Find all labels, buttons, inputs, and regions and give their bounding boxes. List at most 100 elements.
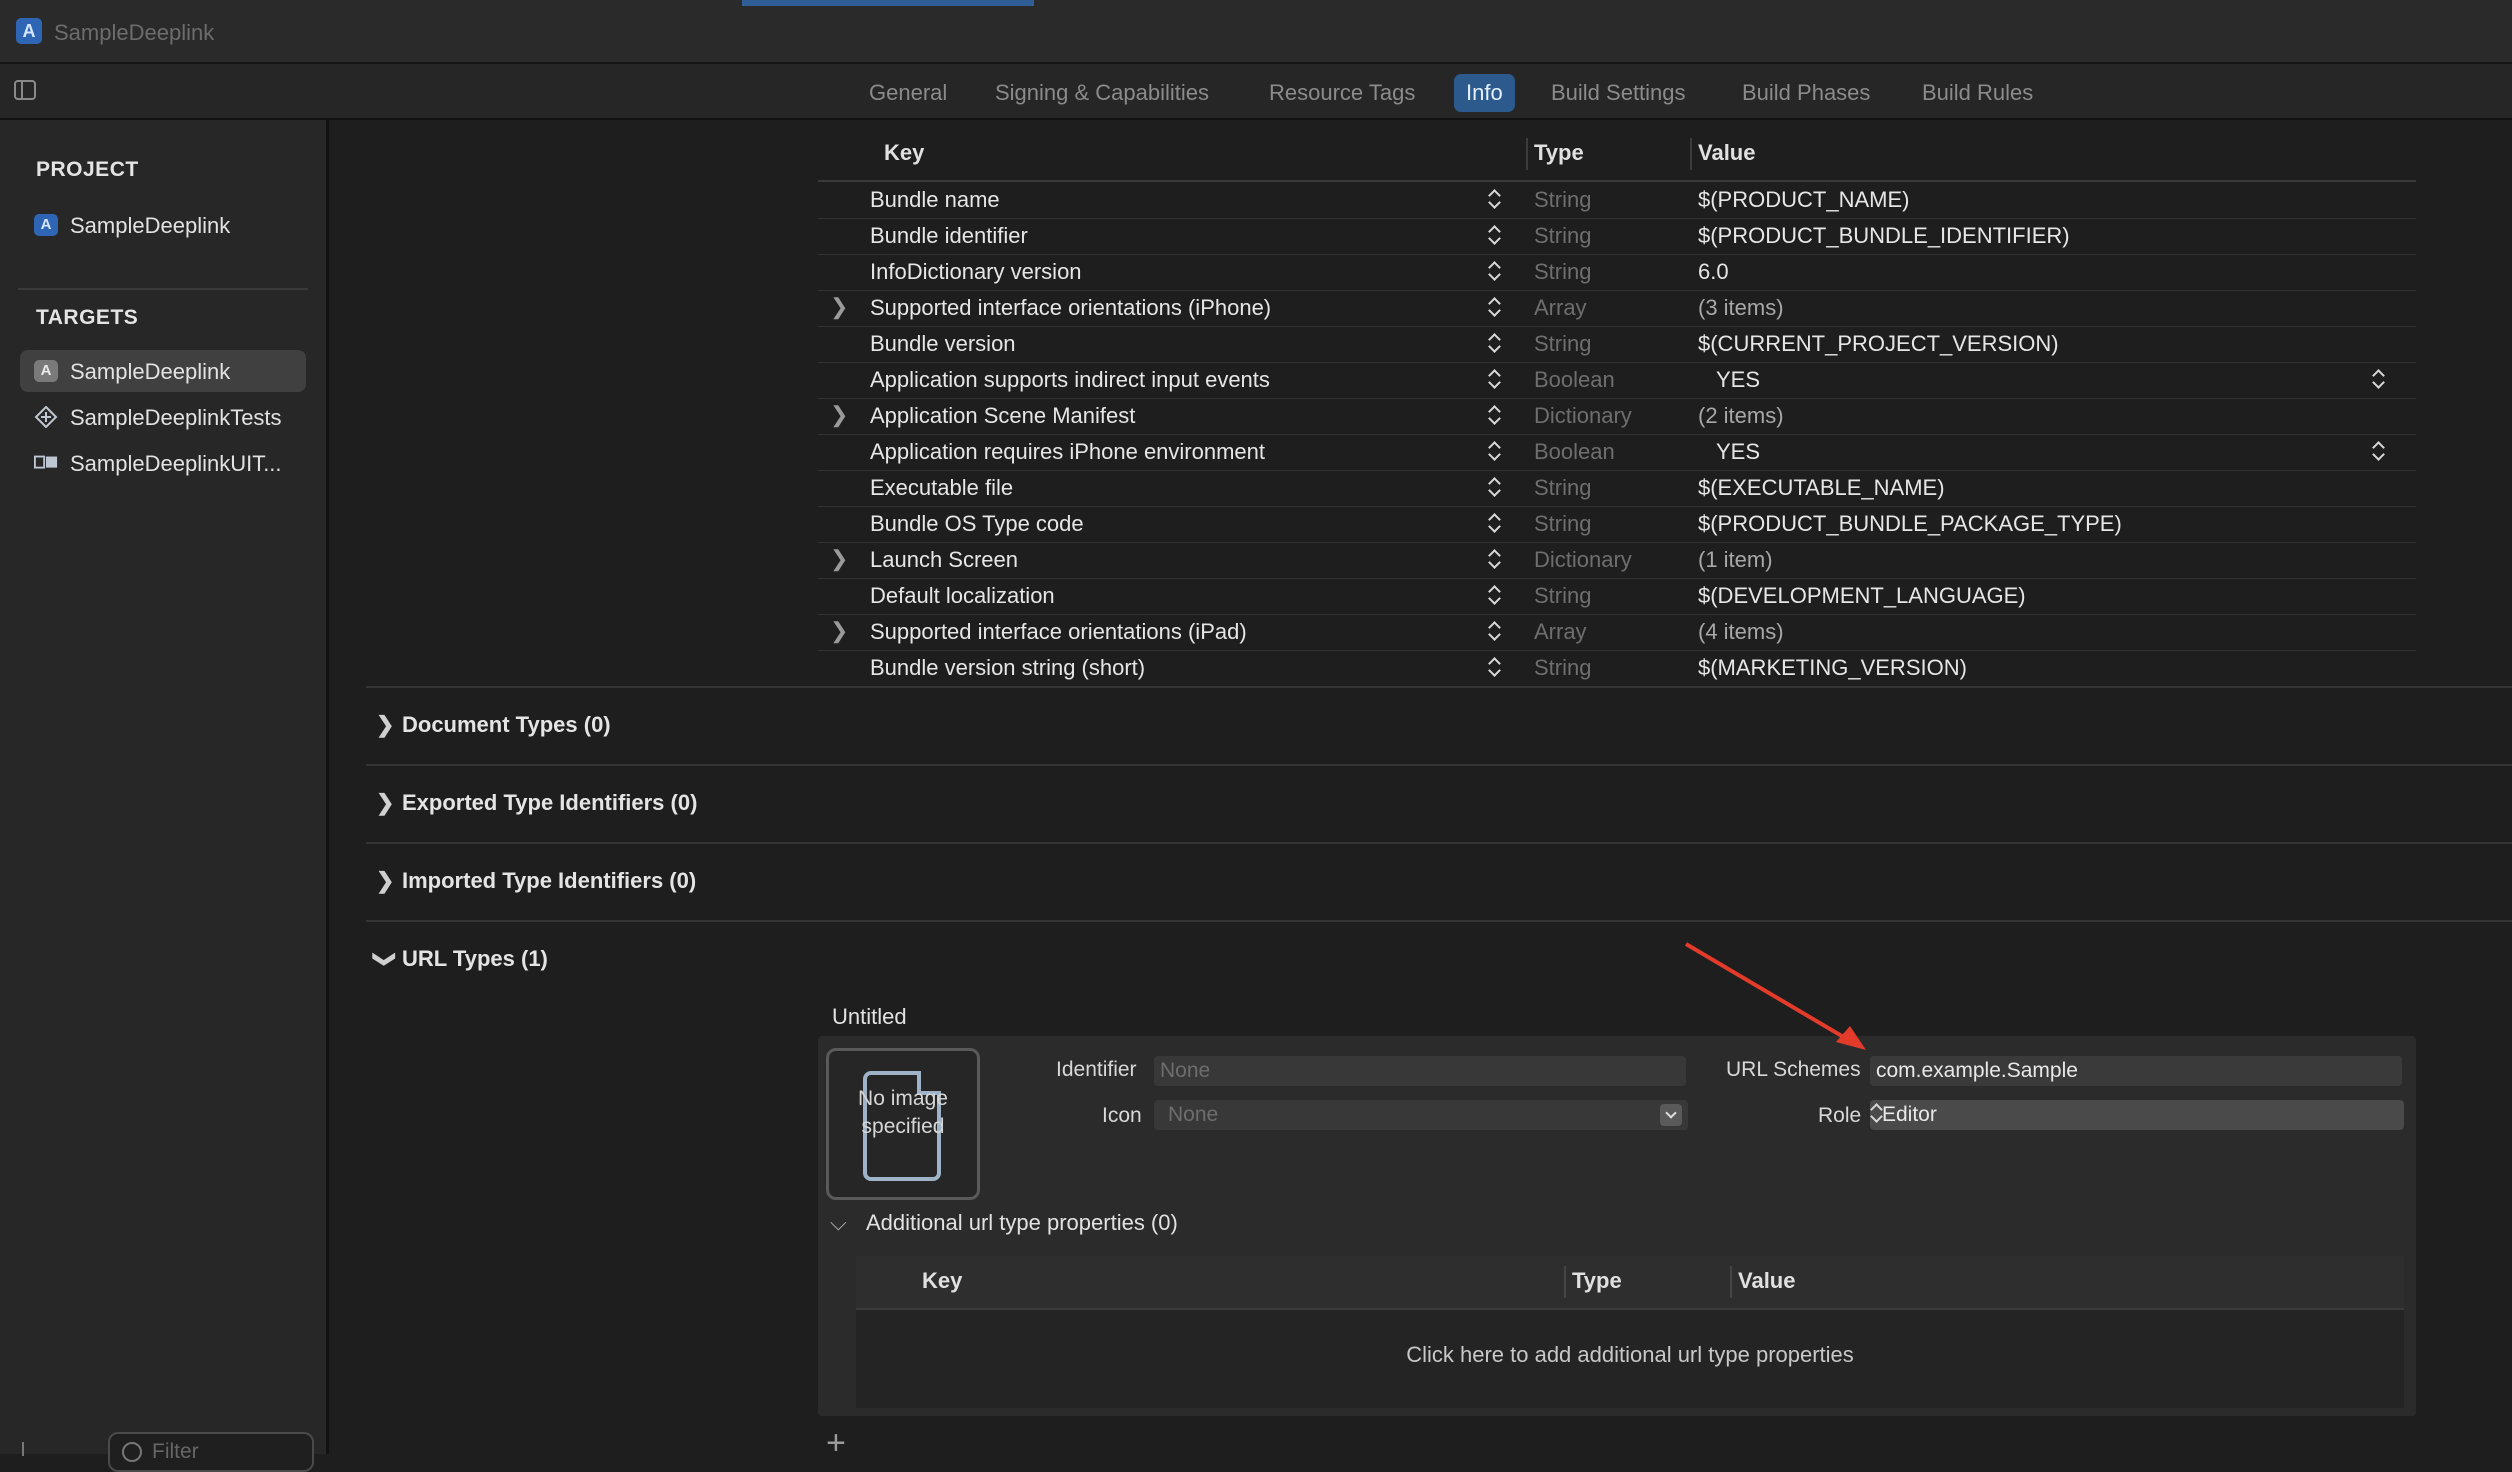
sidebar-filter-field[interactable]: Filter: [108, 1432, 314, 1472]
row-value-select[interactable]: YES: [1716, 439, 1760, 465]
plist-row[interactable]: ❯ Application Scene Manifest Dictionary …: [818, 398, 2416, 435]
row-value[interactable]: $(CURRENT_PROJECT_VERSION): [1698, 331, 2059, 357]
chevron-right-icon[interactable]: ❯: [830, 618, 848, 644]
row-value[interactable]: $(PRODUCT_NAME): [1698, 187, 1909, 213]
sub-header-value[interactable]: Value: [1738, 1268, 1795, 1294]
key-stepper-icon[interactable]: [1488, 438, 1502, 462]
key-stepper-icon[interactable]: [1488, 582, 1502, 606]
row-key[interactable]: Application Scene Manifest: [870, 403, 1135, 429]
column-separator: [1730, 1266, 1732, 1298]
key-stepper-icon[interactable]: [1488, 474, 1502, 498]
sidebar-item-target-uitests[interactable]: SampleDeeplinkUIT...: [20, 442, 306, 484]
document-types-section[interactable]: ❯ Document Types (0): [376, 712, 611, 738]
key-stepper-icon[interactable]: [1488, 402, 1502, 426]
row-key[interactable]: Bundle version string (short): [870, 655, 1145, 681]
row-key[interactable]: Bundle identifier: [870, 223, 1028, 249]
plist-row[interactable]: Application requires iPhone environment …: [818, 434, 2416, 471]
key-stepper-icon[interactable]: [1488, 222, 1502, 246]
plist-row[interactable]: Bundle identifier String $(PRODUCT_BUNDL…: [818, 218, 2416, 255]
row-value-select[interactable]: YES: [1716, 367, 1760, 393]
row-value[interactable]: $(PRODUCT_BUNDLE_PACKAGE_TYPE): [1698, 511, 2122, 537]
sidebar-item-target-tests[interactable]: SampleDeeplinkTests: [20, 396, 306, 438]
row-key[interactable]: Bundle version: [870, 331, 1016, 357]
tab-general[interactable]: General: [857, 74, 959, 112]
plist-row[interactable]: Application supports indirect input even…: [818, 362, 2416, 399]
url-type-name: Untitled: [832, 1004, 907, 1029]
url-types-section[interactable]: ❯ URL Types (1): [373, 946, 548, 972]
key-stepper-icon[interactable]: [1488, 258, 1502, 282]
row-key[interactable]: Application requires iPhone environment: [870, 439, 1265, 465]
sidebar-item-project[interactable]: A SampleDeeplink: [20, 204, 306, 246]
row-value[interactable]: $(MARKETING_VERSION): [1698, 655, 1967, 681]
role-select[interactable]: Editor: [1870, 1100, 2404, 1130]
plist-row[interactable]: InfoDictionary version String 6.0: [818, 254, 2416, 291]
chevron-right-icon[interactable]: ❯: [830, 546, 848, 572]
value-popup-stepper-icon[interactable]: [2372, 366, 2386, 390]
row-key[interactable]: Default localization: [870, 583, 1055, 609]
sidebar-item-target-app[interactable]: A SampleDeeplink: [20, 350, 306, 392]
section-divider: [366, 842, 2512, 844]
plist-row[interactable]: ❯ Supported interface orientations (iPho…: [818, 290, 2416, 327]
plist-row[interactable]: Executable file String $(EXECUTABLE_NAME…: [818, 470, 2416, 507]
plist-header-type[interactable]: Type: [1534, 140, 1584, 166]
project-navigator-sidebar: PROJECT A SampleDeeplink TARGETS A Sampl…: [0, 120, 329, 1456]
imported-type-identifiers-section[interactable]: ❯ Imported Type Identifiers (0): [376, 868, 696, 894]
row-value[interactable]: 6.0: [1698, 259, 1729, 285]
row-key[interactable]: Executable file: [870, 475, 1013, 501]
row-value[interactable]: $(PRODUCT_BUNDLE_IDENTIFIER): [1698, 223, 2070, 249]
section-title: Exported Type Identifiers (0): [402, 790, 698, 815]
tab-build-settings[interactable]: Build Settings: [1539, 74, 1698, 112]
plist-row[interactable]: Bundle version string (short) String $(M…: [818, 650, 2416, 687]
identifier-field[interactable]: None: [1154, 1056, 1686, 1086]
key-stepper-icon[interactable]: [1488, 330, 1502, 354]
row-key[interactable]: Bundle OS Type code: [870, 511, 1084, 537]
sub-header-key[interactable]: Key: [922, 1268, 962, 1294]
row-key[interactable]: Bundle name: [870, 187, 1000, 213]
plist-header-key[interactable]: Key: [884, 140, 924, 166]
additional-url-properties-toggle[interactable]: ⌵ Additional url type properties (0): [830, 1210, 1178, 1236]
row-key[interactable]: Supported interface orientations (iPad): [870, 619, 1247, 645]
row-value[interactable]: $(DEVELOPMENT_LANGUAGE): [1698, 583, 2026, 609]
icon-select[interactable]: None: [1154, 1100, 1688, 1130]
tab-resource-tags[interactable]: Resource Tags: [1257, 74, 1427, 112]
plist-row[interactable]: Bundle version String $(CURRENT_PROJECT_…: [818, 326, 2416, 363]
chevron-right-icon[interactable]: ❯: [830, 294, 848, 320]
key-stepper-icon[interactable]: [1488, 366, 1502, 390]
key-stepper-icon[interactable]: [1488, 186, 1502, 210]
plist-row[interactable]: ❯ Launch Screen Dictionary (1 item): [818, 542, 2416, 579]
tab-signing-capabilities[interactable]: Signing & Capabilities: [983, 74, 1221, 112]
tab-build-phases[interactable]: Build Phases: [1730, 74, 1882, 112]
row-value[interactable]: $(EXECUTABLE_NAME): [1698, 475, 1945, 501]
row-key[interactable]: InfoDictionary version: [870, 259, 1082, 285]
tab-info[interactable]: Info: [1454, 74, 1515, 112]
key-stepper-icon[interactable]: [1488, 546, 1502, 570]
plist-row[interactable]: Bundle name String $(PRODUCT_NAME): [818, 182, 2416, 219]
additional-properties-table[interactable]: Key Type Value Click here to add additio…: [856, 1256, 2404, 1408]
exported-type-identifiers-section[interactable]: ❯ Exported Type Identifiers (0): [376, 790, 697, 816]
url-schemes-field[interactable]: com.example.Sample: [1870, 1056, 2402, 1086]
plist-row[interactable]: Default localization String $(DEVELOPMEN…: [818, 578, 2416, 615]
key-stepper-icon[interactable]: [1488, 510, 1502, 534]
add-properties-hint[interactable]: Click here to add additional url type pr…: [856, 1342, 2404, 1368]
plist-row[interactable]: Bundle OS Type code String $(PRODUCT_BUN…: [818, 506, 2416, 543]
row-type: String: [1534, 223, 1592, 248]
row-key[interactable]: Supported interface orientations (iPhone…: [870, 295, 1271, 321]
add-url-type-button[interactable]: +: [826, 1424, 846, 1463]
tab-build-rules[interactable]: Build Rules: [1910, 74, 2045, 112]
key-stepper-icon[interactable]: [1488, 654, 1502, 678]
value-popup-stepper-icon[interactable]: [2372, 438, 2386, 462]
key-stepper-icon[interactable]: [1488, 618, 1502, 642]
sidebar-item-label: SampleDeeplink: [70, 359, 231, 384]
sidebar-toggle-icon[interactable]: [14, 80, 36, 100]
sub-header-type[interactable]: Type: [1572, 1268, 1622, 1294]
project-section-header: PROJECT: [36, 158, 139, 181]
plist-header-value[interactable]: Value: [1698, 140, 1755, 166]
key-stepper-icon[interactable]: [1488, 294, 1502, 318]
chevron-down-icon: [1660, 1104, 1682, 1126]
additional-properties-title: Additional url type properties (0): [866, 1210, 1178, 1235]
url-type-image-well[interactable]: No image specified: [826, 1048, 980, 1200]
row-key[interactable]: Launch Screen: [870, 547, 1018, 573]
chevron-right-icon[interactable]: ❯: [830, 402, 848, 428]
plist-row[interactable]: ❯ Supported interface orientations (iPad…: [818, 614, 2416, 651]
row-key[interactable]: Application supports indirect input even…: [870, 367, 1270, 393]
